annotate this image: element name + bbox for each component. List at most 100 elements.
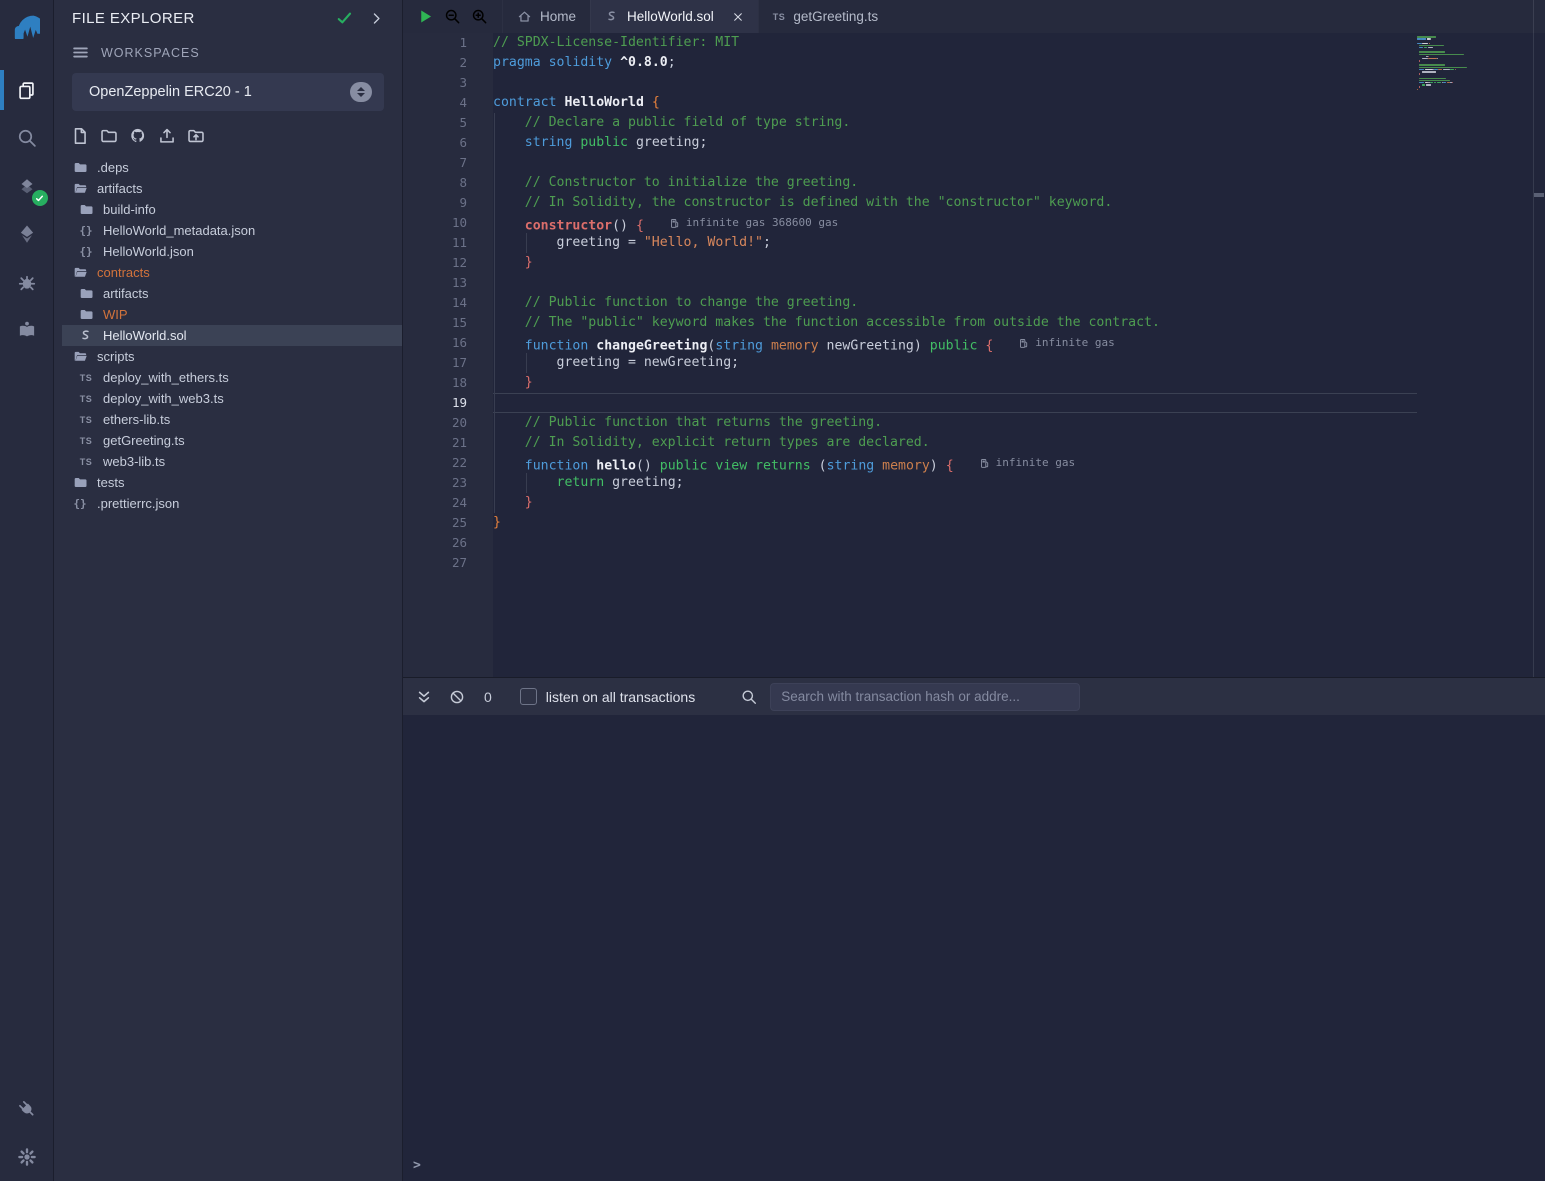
code-line: // The "public" keyword makes the functi…: [493, 313, 1417, 333]
transaction-count: 0: [484, 689, 492, 705]
line-number: 2: [403, 53, 493, 73]
folder-open-icon: [72, 349, 88, 364]
workspace-dropdown[interactable]: OpenZeppelin ERC20 - 1: [72, 73, 384, 111]
code-content[interactable]: // SPDX-License-Identifier: MITpragma so…: [493, 33, 1417, 677]
tree-item-ethers-lib-ts[interactable]: TSethers-lib.ts: [54, 409, 402, 430]
line-number: 24: [403, 493, 493, 513]
remix-ide-window: FILE EXPLORER WORKSPACES OpenZeppelin ER…: [0, 0, 1545, 1181]
validate-check-icon[interactable]: [336, 10, 353, 27]
tree-item-contracts[interactable]: contracts: [54, 262, 402, 283]
upload-file-icon[interactable]: [158, 127, 176, 145]
line-number: 25: [403, 513, 493, 533]
tree-item-helloworld-json[interactable]: {}HelloWorld.json: [54, 241, 402, 262]
tree-item-deploy-with-ethers-ts[interactable]: TS deploy_with_ethers.ts: [54, 367, 402, 388]
terminal-prompt[interactable]: >: [413, 1158, 421, 1173]
tree-item-deploy-with-web3-ts[interactable]: TSdeploy_with_web3.ts: [54, 388, 402, 409]
typescript-file-icon: TS: [78, 415, 94, 425]
listen-transactions-checkbox[interactable]: [520, 688, 537, 705]
tree-item-label: HelloWorld.sol: [103, 328, 187, 343]
line-number: 15: [403, 313, 493, 333]
tree-item-helloworld-sol[interactable]: HelloWorld.sol: [54, 325, 402, 346]
tree-item-artifacts[interactable]: artifacts: [54, 178, 402, 199]
tree-item-label: .prettierrc.json: [97, 496, 179, 511]
clear-console-icon[interactable]: [449, 689, 465, 705]
run-script-icon[interactable]: [417, 8, 434, 25]
folder-icon: [78, 286, 94, 301]
tab-helloworld-sol[interactable]: HelloWorld.sol: [590, 0, 758, 33]
remix-logo-icon[interactable]: [0, 0, 54, 52]
code-line: constructor() {infinite gas 368600 gas: [493, 213, 1417, 233]
debugger-icon[interactable]: [0, 258, 54, 306]
tree-item-label: deploy_with_ethers.ts: [103, 370, 229, 385]
editor-scrollbar[interactable]: [1533, 0, 1545, 677]
search-icon[interactable]: [0, 114, 54, 162]
tree-item--deps[interactable]: .deps: [54, 157, 402, 178]
code-line: // Declare a public field of type string…: [493, 113, 1417, 133]
line-number: 11: [403, 233, 493, 253]
line-number: 10: [403, 213, 493, 233]
terminal-search-input[interactable]: [770, 683, 1080, 711]
workspaces-label: WORKSPACES: [101, 46, 200, 60]
zoom-in-icon[interactable]: [471, 8, 488, 25]
code-line: }: [493, 253, 1417, 273]
new-file-icon[interactable]: [71, 127, 89, 145]
chevron-right-icon[interactable]: [369, 11, 384, 26]
settings-icon[interactable]: [0, 1133, 54, 1181]
line-number: 17: [403, 353, 493, 373]
activity-bar: [0, 0, 54, 1181]
code-line: contract HelloWorld {: [493, 93, 1417, 113]
code-line: return greeting;: [493, 473, 1417, 493]
panel-title: FILE EXPLORER: [72, 10, 336, 27]
tree-item--prettierrc-json[interactable]: {} .prettierrc.json: [54, 493, 402, 514]
tree-item-tests[interactable]: tests: [54, 472, 402, 493]
tree-item-label: getGreeting.ts: [103, 433, 185, 448]
json-file-icon: {}: [72, 497, 88, 510]
tree-item-label: web3-lib.ts: [103, 454, 165, 469]
code-line: string public greeting;: [493, 133, 1417, 153]
code-line: }: [493, 513, 1417, 533]
code-editor[interactable]: 1234567891011121314151617181920212223242…: [403, 33, 1545, 677]
typescript-file-icon: TS: [78, 457, 94, 467]
solidity-compiler-icon[interactable]: [0, 162, 54, 210]
folder-icon: [78, 307, 94, 322]
plugin-manager-icon[interactable]: [0, 1085, 54, 1133]
tab-label: HelloWorld.sol: [627, 9, 714, 24]
code-line: [493, 73, 1417, 93]
scrollbar-thumb[interactable]: [1534, 193, 1544, 197]
listen-transactions-label[interactable]: listen on all transactions: [546, 689, 695, 705]
code-line: greeting = newGreeting;: [493, 353, 1417, 373]
minimap[interactable]: [1417, 33, 1533, 677]
learneth-icon[interactable]: [0, 306, 54, 354]
typescript-file-icon: TS: [78, 373, 94, 383]
tree-item-scripts[interactable]: scripts: [54, 346, 402, 367]
line-number: 8: [403, 173, 493, 193]
new-folder-icon[interactable]: [100, 127, 118, 145]
tree-item-getgreeting-ts[interactable]: TSgetGreeting.ts: [54, 430, 402, 451]
line-number: 20: [403, 413, 493, 433]
solidity-file-icon: [605, 10, 619, 24]
terminal-output[interactable]: >: [403, 715, 1545, 1181]
tab-getgreeting-ts[interactable]: TSgetGreeting.ts: [758, 0, 892, 33]
tree-item-wip[interactable]: WIP: [54, 304, 402, 325]
tree-item-label: build-info: [103, 202, 156, 217]
folder-icon: [78, 202, 94, 217]
upload-folder-icon[interactable]: [187, 127, 205, 145]
hamburger-menu-icon[interactable]: [72, 44, 89, 61]
zoom-out-icon[interactable]: [444, 8, 461, 25]
file-explorer-icon[interactable]: [0, 66, 54, 114]
code-line: // In Solidity, explicit return types ar…: [493, 433, 1417, 453]
tree-item-artifacts[interactable]: artifacts: [54, 283, 402, 304]
tree-item-web3-lib-ts[interactable]: TS web3-lib.ts: [54, 451, 402, 472]
editor-main-area: HomeHelloWorld.solTSgetGreeting.ts 12345…: [403, 0, 1545, 1181]
tree-item-build-info[interactable]: build-info: [54, 199, 402, 220]
terminal-search-icon: [741, 689, 757, 705]
close-tab-icon[interactable]: [732, 11, 744, 23]
typescript-file-icon: TS: [78, 394, 94, 404]
code-line: [493, 273, 1417, 293]
line-number: 21: [403, 433, 493, 453]
github-icon[interactable]: [129, 127, 147, 145]
toggle-terminal-icon[interactable]: [416, 689, 432, 705]
tab-home[interactable]: Home: [502, 0, 590, 33]
tree-item-helloworld-metadata-json[interactable]: {}HelloWorld_metadata.json: [54, 220, 402, 241]
deploy-run-icon[interactable]: [0, 210, 54, 258]
